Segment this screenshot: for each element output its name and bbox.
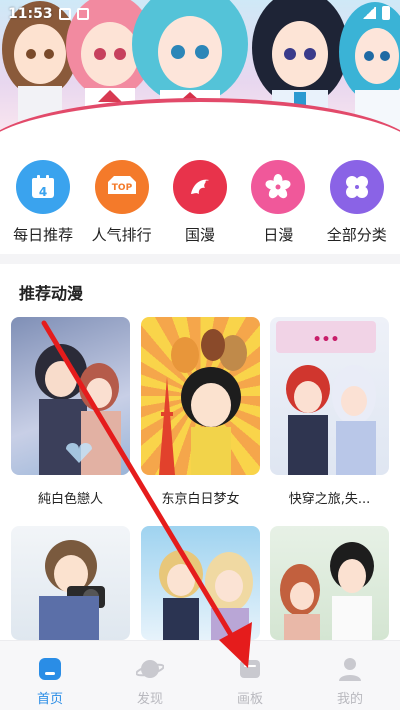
svg-text:4: 4 — [39, 185, 47, 199]
category-bar: 4 每日推荐 TOP 人气排行 国漫 日漫 全部分类 — [0, 138, 400, 254]
category-japanese-comics[interactable]: 日漫 — [240, 138, 316, 254]
nav-board[interactable]: 画板 — [215, 641, 285, 710]
category-all[interactable]: 全部分类 — [319, 138, 395, 254]
section-title: 推荐动漫 — [19, 284, 84, 303]
nav-mine[interactable]: 我的 — [315, 641, 385, 710]
status-bar: 11:53 — [8, 4, 89, 24]
category-label: 每日推荐 — [13, 226, 74, 244]
category-popularity-ranking[interactable]: TOP 人气排行 — [84, 138, 160, 254]
anime-card[interactable]: ••• 快穿之旅,失... — [270, 317, 389, 507]
anime-cover — [141, 526, 260, 640]
top-banner[interactable]: 11:53 — [0, 0, 400, 138]
status-indicators — [362, 6, 390, 20]
anime-card[interactable] — [11, 526, 130, 653]
anime-cover — [141, 317, 260, 475]
svg-text:•••: ••• — [313, 332, 340, 348]
home-icon — [39, 658, 61, 680]
palette-board-icon — [240, 660, 260, 678]
signal-icon — [362, 7, 376, 19]
top-ranking-icon: TOP — [94, 160, 149, 214]
category-label: 全部分类 — [326, 226, 387, 244]
anime-card[interactable]: 东京白日梦女 — [141, 317, 260, 507]
category-label: 日漫 — [263, 226, 294, 244]
recommend-section: 推荐动漫 純白色戀人 东京白日梦女 ••• 快穿之旅,失... — [0, 264, 400, 640]
nav-label: 首页 — [36, 692, 63, 707]
anime-card[interactable] — [270, 526, 389, 653]
category-label: 人气排行 — [91, 226, 152, 244]
anime-title: 快穿之旅,失... — [288, 492, 371, 507]
anime-card[interactable] — [141, 526, 260, 653]
anime-card[interactable]: 純白色戀人 — [11, 317, 130, 507]
calendar-icon: 4 — [16, 160, 71, 214]
bottom-nav: 首页 发现 画板 我的 — [0, 640, 400, 710]
anime-title: 純白色戀人 — [37, 492, 103, 507]
anime-title: 东京白日梦女 — [161, 492, 240, 507]
status-time: 11:53 — [8, 6, 53, 22]
anime-cover: ••• — [270, 317, 389, 475]
clover-grid-icon — [329, 160, 384, 214]
category-chinese-comics[interactable]: 国漫 — [162, 138, 238, 254]
app-notification-icon — [76, 8, 89, 20]
anime-cover — [270, 526, 389, 640]
svg-text:TOP: TOP — [111, 183, 132, 193]
user-icon — [339, 658, 361, 681]
anime-cover — [11, 526, 130, 640]
nav-label: 我的 — [336, 692, 363, 707]
category-label: 国漫 — [184, 226, 215, 244]
nav-discover[interactable]: 发现 — [115, 641, 185, 710]
battery-icon — [382, 6, 390, 20]
notification-icon — [58, 8, 71, 20]
nav-home[interactable]: 首页 — [15, 641, 85, 710]
nav-label: 发现 — [136, 692, 163, 707]
phoenix-icon — [172, 160, 227, 214]
sakura-icon — [251, 160, 306, 214]
anime-cover — [11, 317, 130, 475]
nav-label: 画板 — [236, 692, 263, 707]
planet-icon — [136, 660, 164, 678]
category-daily-recommend[interactable]: 4 每日推荐 — [5, 138, 81, 254]
